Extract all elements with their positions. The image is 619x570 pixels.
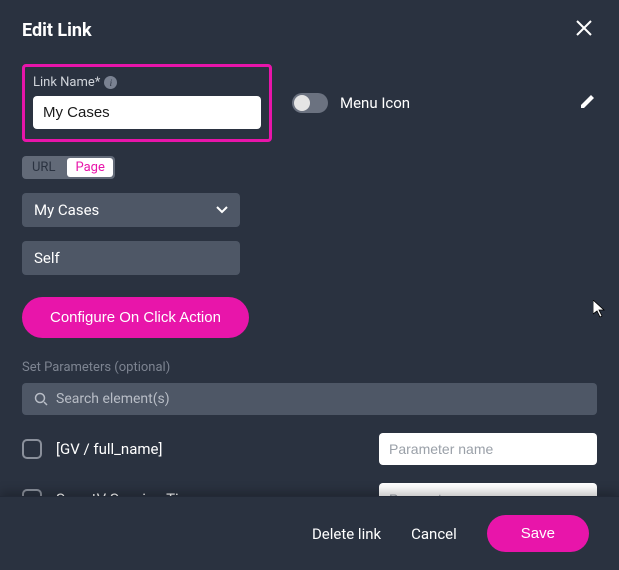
link-type-tabs: URL Page (22, 156, 115, 179)
tab-url[interactable]: URL (22, 156, 65, 179)
configure-onclick-button[interactable]: Configure On Click Action (22, 297, 249, 338)
edit-menu-icon-button[interactable] (579, 92, 597, 114)
link-name-input[interactable] (33, 96, 261, 129)
link-name-highlight: Link Name* i (22, 64, 272, 142)
pencil-icon (579, 92, 597, 110)
menu-icon-toggle[interactable] (292, 93, 328, 113)
target-select-value: Self (34, 249, 60, 267)
close-button[interactable] (571, 14, 597, 46)
search-elements-input[interactable]: Search element(s) (22, 383, 597, 415)
save-button[interactable]: Save (487, 515, 589, 552)
close-icon (575, 19, 593, 37)
target-select[interactable]: Self (22, 241, 240, 275)
dialog-content: Link Name* i Menu Icon URL Page My Cases (0, 54, 619, 496)
search-icon (34, 392, 48, 406)
param-checkbox[interactable] (22, 489, 42, 496)
page-select-value: My Cases (34, 201, 99, 219)
dialog-title: Edit Link (22, 20, 92, 41)
search-placeholder: Search element(s) (56, 391, 170, 407)
tab-page[interactable]: Page (67, 158, 112, 177)
delete-link-button[interactable]: Delete link (312, 525, 381, 543)
parameter-row: SmartV Session Time (22, 483, 597, 496)
cancel-button[interactable]: Cancel (411, 525, 457, 543)
set-parameters-label: Set Parameters (optional) (22, 360, 597, 375)
dialog-footer: Delete link Cancel Save (0, 496, 619, 570)
param-name-input[interactable] (379, 483, 597, 496)
param-checkbox[interactable] (22, 439, 42, 459)
param-name-input[interactable] (379, 433, 597, 465)
edit-link-dialog: Edit Link Link Name* i Menu Icon (0, 0, 619, 570)
dialog-header: Edit Link (0, 0, 619, 54)
parameter-row: [GV / full_name] (22, 433, 597, 465)
chevron-down-icon (216, 203, 228, 217)
link-name-label: Link Name* i (33, 75, 261, 90)
param-label: [GV / full_name] (56, 440, 365, 458)
page-select[interactable]: My Cases (22, 193, 240, 227)
menu-icon-label: Menu Icon (340, 94, 410, 112)
info-icon[interactable]: i (104, 76, 117, 89)
